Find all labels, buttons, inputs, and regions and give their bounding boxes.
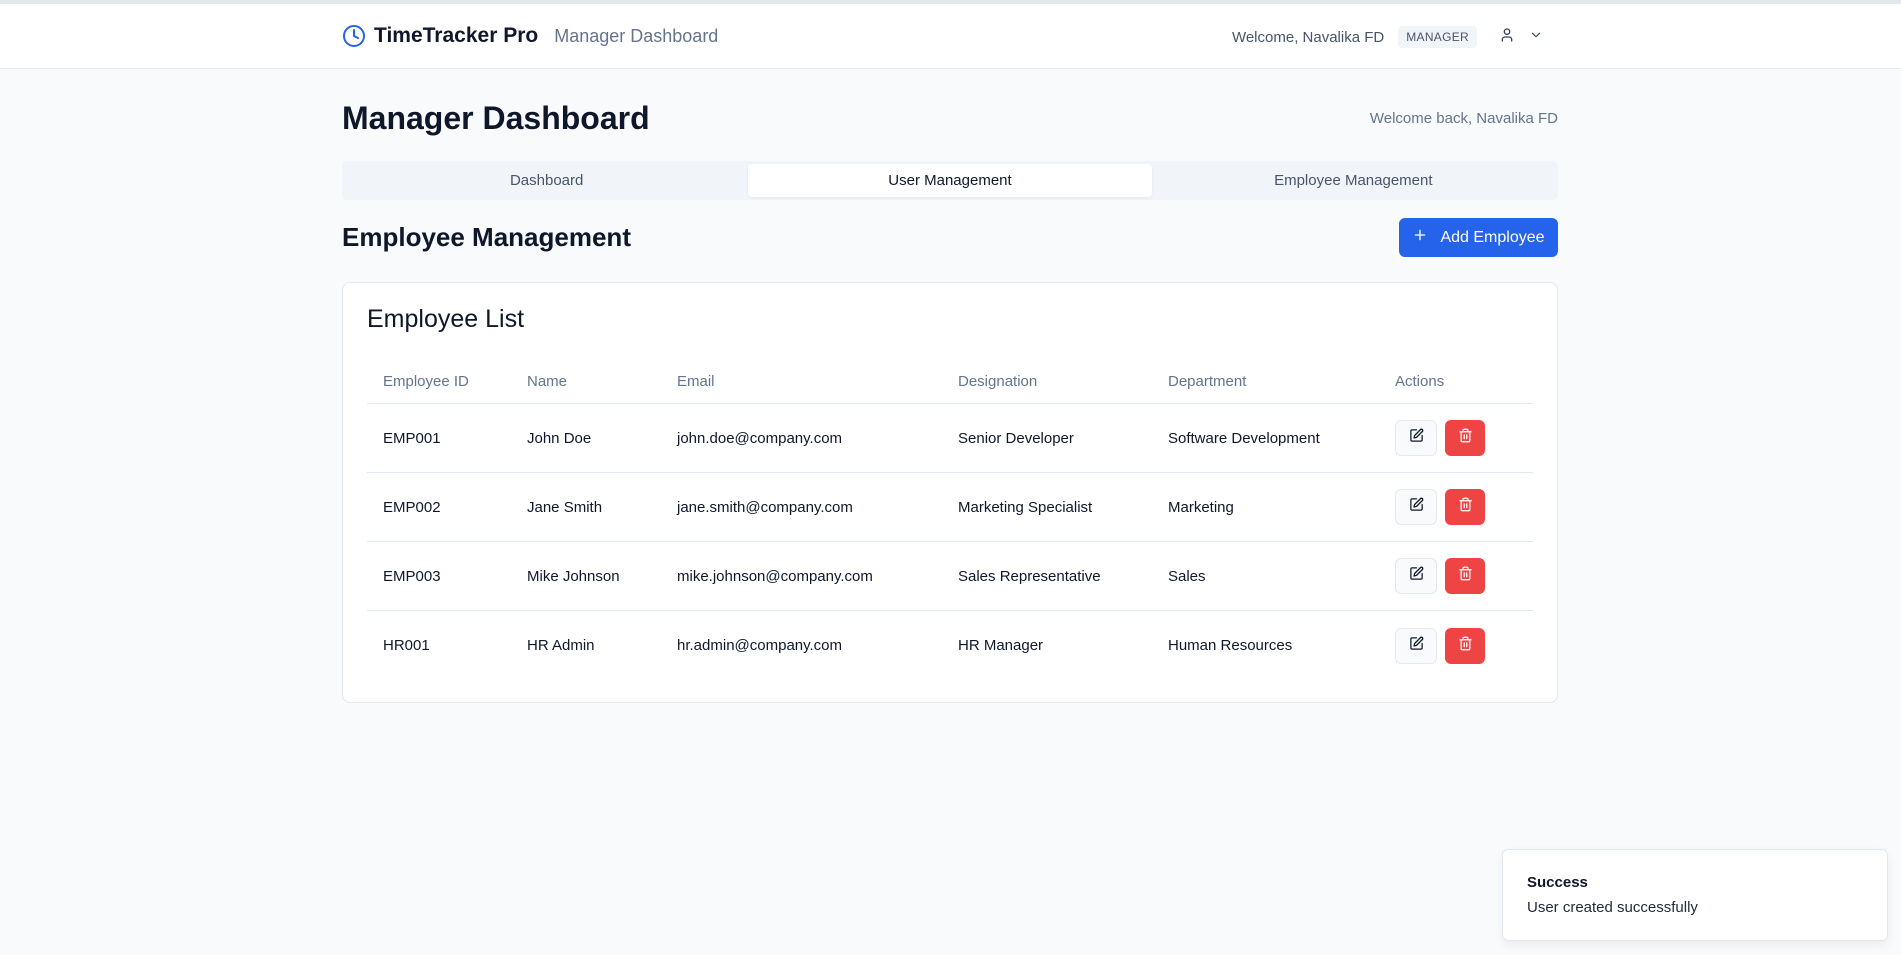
column-header-employee-id: Employee ID: [383, 372, 469, 390]
delete-button[interactable]: [1445, 420, 1485, 456]
cell-name: Mike Johnson: [527, 567, 620, 585]
header-user-area: Welcome, Navalika FD MANAGER: [1232, 26, 1543, 48]
cell-employee-id: EMP001: [383, 429, 441, 447]
user-menu-button[interactable]: [1499, 27, 1543, 48]
header-welcome-text: Welcome, Navalika FD: [1231, 28, 1385, 46]
table-row: EMP002 Jane Smith jane.smith@company.com…: [367, 473, 1533, 542]
user-icon: [1499, 27, 1515, 48]
cell-employee-id: HR001: [383, 637, 430, 654]
cell-department: Sales: [1168, 567, 1206, 585]
toast-message: User created successfully: [1527, 899, 1698, 916]
edit-button[interactable]: [1395, 489, 1437, 525]
cell-designation: Marketing Specialist: [958, 498, 1093, 516]
cell-department: Software Development: [1168, 429, 1320, 447]
edit-icon: [1409, 428, 1424, 448]
table-row: HR001 HR Admin hr.admin@company.com HR M…: [367, 611, 1533, 680]
delete-button[interactable]: [1445, 489, 1485, 525]
cell-department: Marketing: [1168, 498, 1234, 516]
cell-department: Human Resources: [1168, 637, 1293, 654]
role-badge: MANAGER: [1398, 26, 1477, 48]
trash-icon: [1458, 497, 1473, 517]
plus-icon: [1412, 227, 1428, 248]
app-name: TimeTracker Pro: [374, 24, 539, 47]
edit-button[interactable]: [1395, 627, 1437, 664]
column-header-department: Department: [1168, 372, 1247, 390]
cell-employee-id: EMP002: [383, 498, 441, 516]
delete-button[interactable]: [1445, 558, 1485, 594]
edit-button[interactable]: [1395, 558, 1437, 594]
cell-email: john.doe@company.com: [677, 429, 843, 447]
column-header-name: Name: [527, 372, 568, 390]
tab-employee-management[interactable]: Employee Management: [1152, 164, 1555, 197]
cell-email: jane.smith@company.com: [677, 498, 853, 516]
cell-name: John Doe: [527, 429, 592, 447]
edit-icon: [1409, 636, 1424, 656]
trash-icon: [1458, 428, 1473, 448]
cell-actions: [1379, 558, 1533, 594]
cell-designation: Senior Developer: [958, 429, 1074, 447]
table-row: EMP001 John Doe john.doe@company.com Sen…: [367, 404, 1533, 473]
table-header: Employee ID Name Email Designation Depar…: [367, 359, 1533, 404]
cell-actions: [1379, 627, 1533, 664]
employee-table: Employee ID Name Email Designation Depar…: [367, 359, 1533, 680]
edit-icon: [1409, 566, 1424, 586]
cell-designation: Sales Representative: [958, 567, 1101, 585]
trash-icon: [1458, 636, 1473, 656]
app-subtitle: Manager Dashboard: [554, 25, 719, 46]
tab-user-management[interactable]: User Management: [748, 164, 1152, 197]
tab-dashboard[interactable]: Dashboard: [345, 164, 748, 197]
edit-button[interactable]: [1395, 420, 1437, 456]
add-employee-button[interactable]: Add Employee: [1399, 218, 1558, 257]
cell-employee-id: EMP003: [383, 567, 441, 585]
section-title: Employee Management: [342, 222, 631, 252]
cell-email: hr.admin@company.com: [677, 637, 843, 654]
edit-icon: [1409, 497, 1424, 517]
trash-icon: [1458, 566, 1473, 586]
employee-list-card: Employee List Employee ID Name Email Des…: [342, 282, 1558, 703]
column-header-email: Email: [677, 372, 715, 390]
cell-name: Jane Smith: [527, 498, 603, 516]
brand: TimeTracker Pro Manager Dashboard: [342, 24, 718, 48]
delete-button[interactable]: [1445, 627, 1485, 664]
toast-title: Success: [1527, 874, 1588, 891]
cell-actions: [1379, 489, 1533, 525]
cell-email: mike.johnson@company.com: [677, 567, 873, 585]
cell-name: HR Admin: [527, 637, 595, 654]
card-title: Employee List: [367, 305, 525, 333]
add-employee-label: Add Employee: [1440, 228, 1545, 246]
chevron-down-icon: [1529, 28, 1543, 47]
tab-list: Dashboard User Management Employee Manag…: [342, 161, 1558, 200]
welcome-back-text: Welcome back, Navalika FD: [1369, 110, 1558, 127]
column-header-designation: Designation: [958, 372, 1038, 390]
app-header: TimeTracker Pro Manager Dashboard Welcom…: [0, 4, 1901, 69]
column-header-actions: Actions: [1395, 372, 1445, 390]
clock-icon: [342, 24, 366, 48]
page-title: Manager Dashboard: [342, 100, 650, 136]
success-toast[interactable]: Success User created successfully: [1502, 849, 1888, 941]
table-row: EMP003 Mike Johnson mike.johnson@company…: [367, 542, 1533, 611]
cell-actions: [1379, 420, 1533, 456]
cell-designation: HR Manager: [958, 637, 1044, 654]
